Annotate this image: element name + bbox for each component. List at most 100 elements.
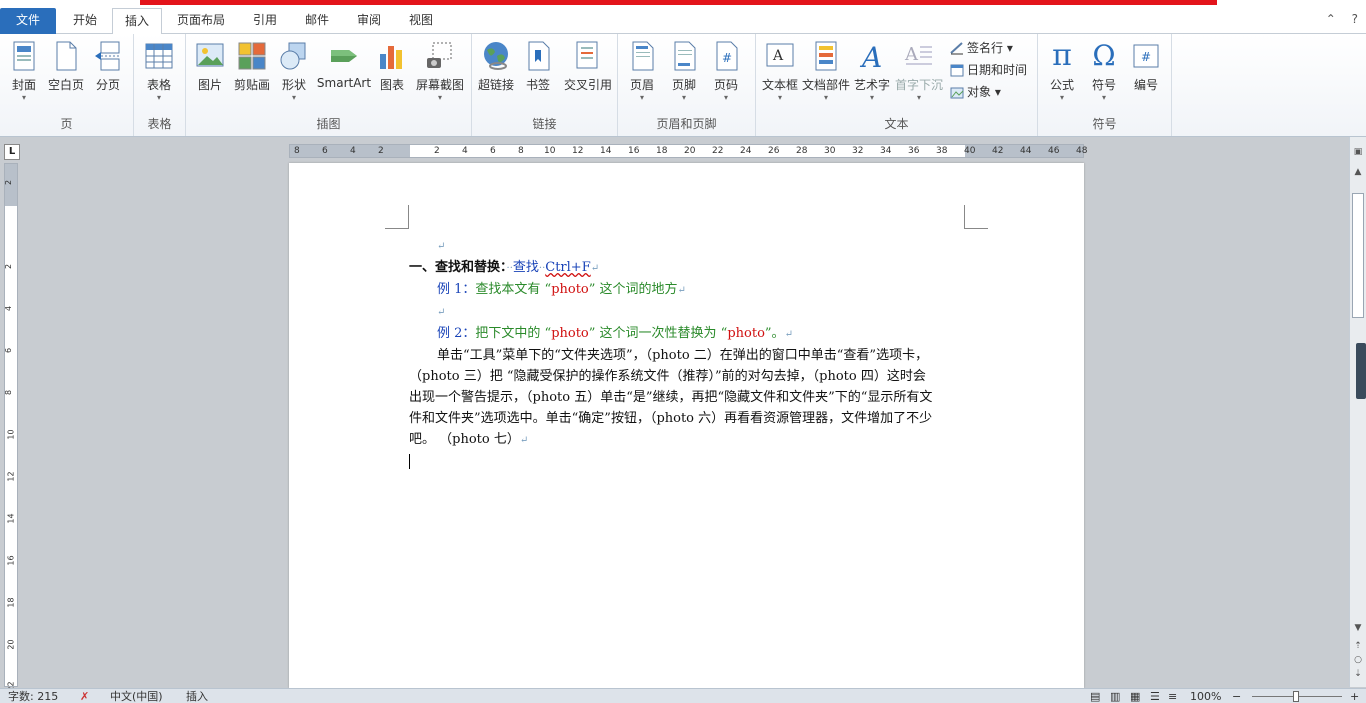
status-bar: 字数: 215 ✗ 中文(中国) 插入 ▤ ▥ ▦ ☰ ≡ 100% − +: [0, 688, 1366, 703]
signature-line-button[interactable]: 签名行 ▾: [950, 38, 1013, 58]
footer-button[interactable]: 页脚 ▾: [662, 38, 706, 103]
browse-object-icon[interactable]: ○: [1352, 655, 1364, 665]
page-number-button[interactable]: # 页码 ▾: [704, 38, 748, 103]
cross-reference-button[interactable]: 交叉引用: [562, 38, 614, 93]
picture-icon: [195, 40, 225, 72]
cover-page-button[interactable]: 封面 ▾: [2, 38, 46, 103]
tab-references[interactable]: 引用: [242, 8, 288, 34]
numbering-button[interactable]: # 编号: [1124, 38, 1168, 93]
insert-mode[interactable]: 插入: [186, 690, 208, 703]
bookmark-button[interactable]: 书签: [516, 38, 560, 93]
clipart-button[interactable]: 剪贴画: [230, 38, 274, 93]
view-draft-icon[interactable]: ≡: [1168, 690, 1177, 703]
zoom-level[interactable]: 100%: [1190, 690, 1221, 703]
ruler-tick-label: 20: [684, 146, 696, 156]
ruler-area: L 8 6 4 2 2 4 6 8 10 12 14 16 18 20 22 24 26 28 30 32 34 36 38…: [0, 137, 1366, 163]
quick-parts-button[interactable]: 文档部件 ▾: [802, 38, 850, 103]
smartart-button[interactable]: SmartArt: [316, 38, 372, 90]
group-pages: 封面 ▾ 空白页 分页 页: [0, 34, 134, 136]
example-2-line: 例 2：把下文中的 “photo” 这个词一次性替换为 “photo”。↵: [437, 326, 793, 341]
wordart-icon: A: [857, 40, 887, 74]
zoom-slider-thumb[interactable]: [1293, 691, 1299, 702]
ruler-tick-label: 38: [936, 146, 948, 156]
next-page-icon[interactable]: ⇣: [1352, 669, 1364, 679]
group-header-footer: 页眉 ▾ 页脚 ▾ # 页码 ▾ 页眉和页脚: [618, 34, 756, 136]
tab-view[interactable]: 视图: [398, 8, 444, 34]
tab-insert[interactable]: 插入: [112, 8, 162, 35]
blank-page-icon: [51, 40, 81, 72]
page-break-icon: [93, 40, 123, 72]
screenshot-button[interactable]: 屏幕截图 ▾: [414, 38, 466, 103]
tab-mailings[interactable]: 邮件: [294, 8, 340, 34]
ruler-tick-label: 14: [600, 146, 612, 156]
blank-page-button[interactable]: 空白页: [44, 38, 88, 93]
pi-icon: π: [1052, 38, 1072, 73]
textbox-button[interactable]: A 文本框 ▾: [758, 38, 802, 103]
ruler-tick-label: 22: [712, 146, 724, 156]
ruler-toggle-icon[interactable]: ▣: [1352, 147, 1364, 157]
object-button[interactable]: 对象 ▾: [950, 82, 1001, 102]
scroll-up-icon[interactable]: ▲: [1352, 167, 1364, 177]
ruler-tick-label: 6: [490, 146, 496, 156]
help-icon[interactable]: ?: [1352, 12, 1358, 26]
globe-icon: [481, 40, 511, 72]
page-break-button[interactable]: 分页: [86, 38, 130, 93]
picture-button[interactable]: 图片: [188, 38, 232, 93]
group-label-links: 链接: [532, 117, 557, 131]
header-button[interactable]: 页眉 ▾: [620, 38, 664, 103]
ribbon-collapse-icon[interactable]: ⌃: [1326, 12, 1336, 26]
tab-home[interactable]: 开始: [60, 8, 110, 34]
symbol-button[interactable]: Ω 符号 ▾: [1082, 38, 1126, 103]
ruler-tick-label: 10: [544, 146, 556, 156]
group-label-tables: 表格: [147, 117, 172, 131]
view-print-layout-icon[interactable]: ▤: [1090, 690, 1100, 703]
document-page[interactable]: ↵ 一、查找和替换：··查找··Ctrl+F↵ 例 1：查找本文有 “photo…: [289, 163, 1084, 688]
ruler-tick-label: 48: [1076, 146, 1088, 156]
tab-page-layout[interactable]: 页面布局: [166, 8, 236, 34]
body-line-1: 单击“工具”菜单下的“文件夹选项”，（photo 二）在弹出的窗口中单击“查看”…: [437, 348, 929, 363]
scroll-down-icon[interactable]: ▼: [1352, 623, 1364, 633]
view-outline-icon[interactable]: ☰: [1150, 690, 1160, 703]
hyperlink-button[interactable]: 超链接: [474, 38, 518, 93]
ruler-tick-label: 2: [4, 179, 14, 186]
textbox-icon: A: [765, 40, 795, 72]
ruler-tick-label: 36: [908, 146, 920, 156]
shapes-button[interactable]: 形状 ▾: [272, 38, 316, 103]
date-time-button[interactable]: 日期和时间: [950, 60, 1027, 80]
cover-page-icon: [9, 40, 39, 72]
view-full-screen-icon[interactable]: ▥: [1110, 690, 1120, 703]
tab-selector[interactable]: L: [4, 144, 20, 160]
language-indicator[interactable]: 中文(中国): [110, 690, 163, 703]
vertical-ruler[interactable]: 2 2 4 6 8 10 12 14 16 18 20 22: [4, 163, 18, 692]
shapes-icon: [279, 40, 309, 72]
text-cursor: [409, 454, 415, 469]
vertical-scrollbar[interactable]: ▣ ▲ ▼ ⇡ ○ ⇣: [1349, 137, 1366, 687]
quick-parts-icon: [811, 40, 841, 72]
document-body[interactable]: ↵ 一、查找和替换：··查找··Ctrl+F↵ 例 1：查找本文有 “photo…: [409, 235, 964, 472]
zoom-out-button[interactable]: −: [1232, 690, 1241, 703]
word-count[interactable]: 字数: 215: [8, 690, 58, 703]
equation-button[interactable]: π 公式 ▾: [1040, 38, 1084, 103]
proofing-icon[interactable]: ✗: [80, 690, 89, 703]
chart-button[interactable]: 图表: [370, 38, 414, 93]
ruler-tick-label: 46: [1048, 146, 1060, 156]
side-panel-grip[interactable]: [1356, 343, 1366, 399]
ruler-tick-label: 20: [6, 639, 16, 650]
view-web-icon[interactable]: ▦: [1130, 690, 1140, 703]
tab-review[interactable]: 审阅: [346, 8, 392, 34]
horizontal-ruler[interactable]: 8 6 4 2 2 4 6 8 10 12 14 16 18 20 22 24 26 28 30 32 34 36 38 40…: [289, 144, 1088, 158]
scrollbar-thumb[interactable]: [1352, 193, 1364, 318]
ruler-tick-label: 12: [6, 471, 16, 482]
drop-cap-button[interactable]: A 首字下沉 ▾: [894, 38, 944, 103]
wordart-button[interactable]: A 艺术字 ▾: [850, 38, 894, 103]
table-button[interactable]: 表格 ▾: [137, 38, 181, 103]
previous-page-icon[interactable]: ⇡: [1352, 641, 1364, 651]
signature-icon: [950, 41, 964, 55]
tab-file[interactable]: 文件: [0, 8, 56, 34]
ruler-tick-label: 8: [518, 146, 524, 156]
heading-line: 一、查找和替换：··查找··Ctrl+F↵: [409, 260, 600, 275]
ruler-tick-label: 44: [1020, 146, 1032, 156]
ruler-tick-label: 42: [992, 146, 1004, 156]
ruler-tick-label: 12: [572, 146, 584, 156]
zoom-in-button[interactable]: +: [1350, 690, 1359, 703]
